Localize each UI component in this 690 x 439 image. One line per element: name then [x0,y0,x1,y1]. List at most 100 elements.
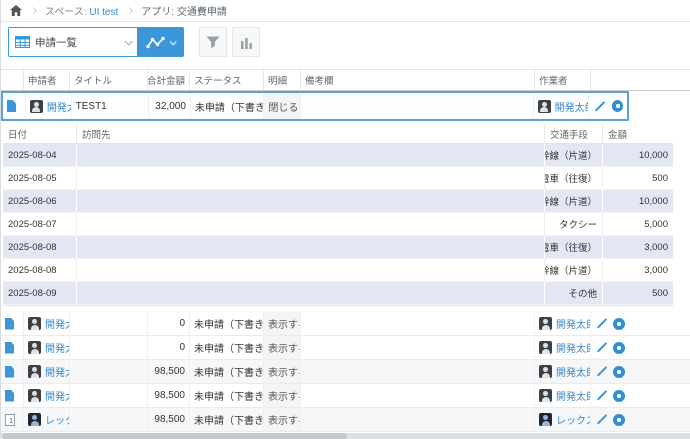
detail-visit [76,167,544,189]
chevron-down-icon [124,37,132,45]
detail-amount: 10,000 [602,144,673,166]
table-row[interactable]: 1 レックス 98,500 未申請（下書き） 表示する レックス [1,408,690,432]
worker-link[interactable]: 開発太郎 [555,99,589,114]
status-cell: 未申請（下書き） [189,408,263,431]
record-doc-icon [5,366,14,378]
detail-row: 2025-08-08 新幹線（片道） 3,000 [3,259,673,282]
table-header-row: 申請者 タイトル 合計金額 ステータス 明細 備考欄 作業者 [1,69,690,91]
applicant-link[interactable]: レックス [45,412,69,427]
detail-transport: その他 [544,282,602,304]
worker-link[interactable]: レックス [556,412,590,427]
record-doc-icon [7,100,16,112]
title-cell [69,408,147,431]
applicant-link[interactable]: 開発太郎 [45,364,69,379]
applicant-link[interactable]: 開発太郎 [47,99,71,114]
detail-toggle[interactable]: 表示する [263,384,300,407]
header-title: タイトル [69,70,147,90]
title-cell [69,312,147,335]
header-actions-col [590,70,629,90]
subheader-visit: 訪問先 [76,124,544,143]
detail-visit [76,190,544,212]
app-window: スペース: UI test アプリ: 交通費申請 申請一覧 [0,0,690,439]
worker-link[interactable]: 開発太郎 [556,388,590,403]
detail-toggle[interactable]: 閉じる [263,93,300,119]
detail-toggle[interactable]: 表示する [263,336,300,359]
detail-visit [76,236,544,258]
worker-link[interactable]: 開発太郎 [556,364,590,379]
detail-date: 2025-08-08 [3,259,76,281]
status-cell: 未申請（下書き） [189,312,263,335]
title-cell [69,336,147,359]
table-row-selected[interactable]: 開発太郎 TEST1 32,000 未申請（下書き） 閉じる 開発太郎 [1,91,629,121]
table-row[interactable]: 開発太郎 0 未申請（下書き） 表示する 開発太郎 [1,336,690,360]
total-amount-cell: 32,000 [148,93,190,119]
total-amount-cell: 98,500 [147,408,189,431]
breadcrumb-app-current: アプリ: 交通費申請 [141,3,227,18]
status-cell: 未申請（下書き） [189,360,263,383]
detail-date: 2025-08-07 [3,213,76,235]
detail-toggle[interactable]: 表示する [263,312,300,335]
edit-pencil-icon[interactable] [593,100,605,113]
header-applicant: 申請者 [23,70,69,90]
horizontal-scrollbar[interactable] [1,433,690,439]
record-action-icon[interactable] [613,342,625,354]
applicant-link[interactable]: 開発太郎 [45,316,69,331]
remarks-cell [300,312,534,335]
record-action-icon[interactable] [612,100,623,112]
detail-transport: 新幹線（片道） [544,144,602,166]
header-detail: 明細 [263,70,300,90]
guest-record-doc-icon: 1 [5,414,15,426]
filter-button[interactable] [199,27,227,57]
remarks-cell [300,360,534,383]
detail-transport: 新幹線（片道） [544,259,602,281]
header-icon-col [1,70,23,90]
breadcrumb-space-link[interactable]: スペース: UI test [45,3,118,18]
record-doc-icon [5,318,14,330]
home-icon[interactable] [10,5,22,16]
total-amount-cell: 98,500 [147,384,189,407]
total-amount-cell: 98,500 [147,360,189,383]
chevron-right-icon [30,7,37,14]
detail-subtable: 日付 訪問先 交通手段 金額 2025-08-04 新幹線（片道） 10,000… [3,124,673,306]
detail-date: 2025-08-06 [3,190,76,212]
chart-button[interactable] [232,27,260,57]
table-row[interactable]: 開発太郎 98,500 未申請（下書き） 表示する 開発太郎 [1,360,690,384]
table-row[interactable]: 開発太郎 98,500 未申請（下書き） 表示する 開発太郎 [1,384,690,408]
record-list: 申請者 タイトル 合計金額 ステータス 明細 備考欄 作業者 開発太郎 TEST… [1,69,690,432]
user-avatar-icon [539,341,552,354]
detail-transport: 新幹線（片道） [544,190,602,212]
record-action-icon[interactable] [613,318,625,330]
graph-view-button[interactable] [137,28,183,56]
edit-pencil-icon[interactable] [595,365,607,378]
detail-date: 2025-08-04 [3,144,76,166]
edit-pencil-icon[interactable] [595,341,607,354]
table-row[interactable]: 開発太郎 0 未申請（下書き） 表示する 開発太郎 [1,312,690,336]
scrollbar-thumb[interactable] [2,433,347,439]
guest-avatar-icon [539,413,552,426]
detail-amount: 500 [602,167,673,189]
user-avatar-icon [539,365,552,378]
remarks-cell [300,93,532,119]
applicant-link[interactable]: 開発太郎 [45,340,69,355]
guest-avatar-icon [28,413,41,426]
detail-toggle[interactable]: 表示する [263,408,300,431]
applicant-link[interactable]: 開発太郎 [45,388,69,403]
edit-pencil-icon[interactable] [595,413,607,426]
detail-row: 2025-08-07 タクシー 5,000 [3,213,673,236]
view-selector-dropdown[interactable]: 申請一覧 [9,28,137,56]
record-action-icon[interactable] [613,366,625,378]
record-action-icon[interactable] [613,414,625,426]
user-avatar-icon [28,389,41,402]
worker-link[interactable]: 開発太郎 [556,340,590,355]
subheader-transport: 交通手段 [544,124,602,143]
edit-pencil-icon[interactable] [595,389,607,402]
detail-toggle[interactable]: 表示する [263,360,300,383]
chevron-right-icon [126,7,133,14]
record-action-icon[interactable] [613,390,625,402]
detail-row: 2025-08-09 その他 500 [3,282,673,305]
detail-row: 2025-08-04 新幹線（片道） 10,000 [3,144,673,167]
edit-pencil-icon[interactable] [595,317,607,330]
header-total: 合計金額 [147,70,189,90]
breadcrumb: スペース: UI test アプリ: 交通費申請 [1,0,690,22]
worker-link[interactable]: 開発太郎 [556,316,590,331]
